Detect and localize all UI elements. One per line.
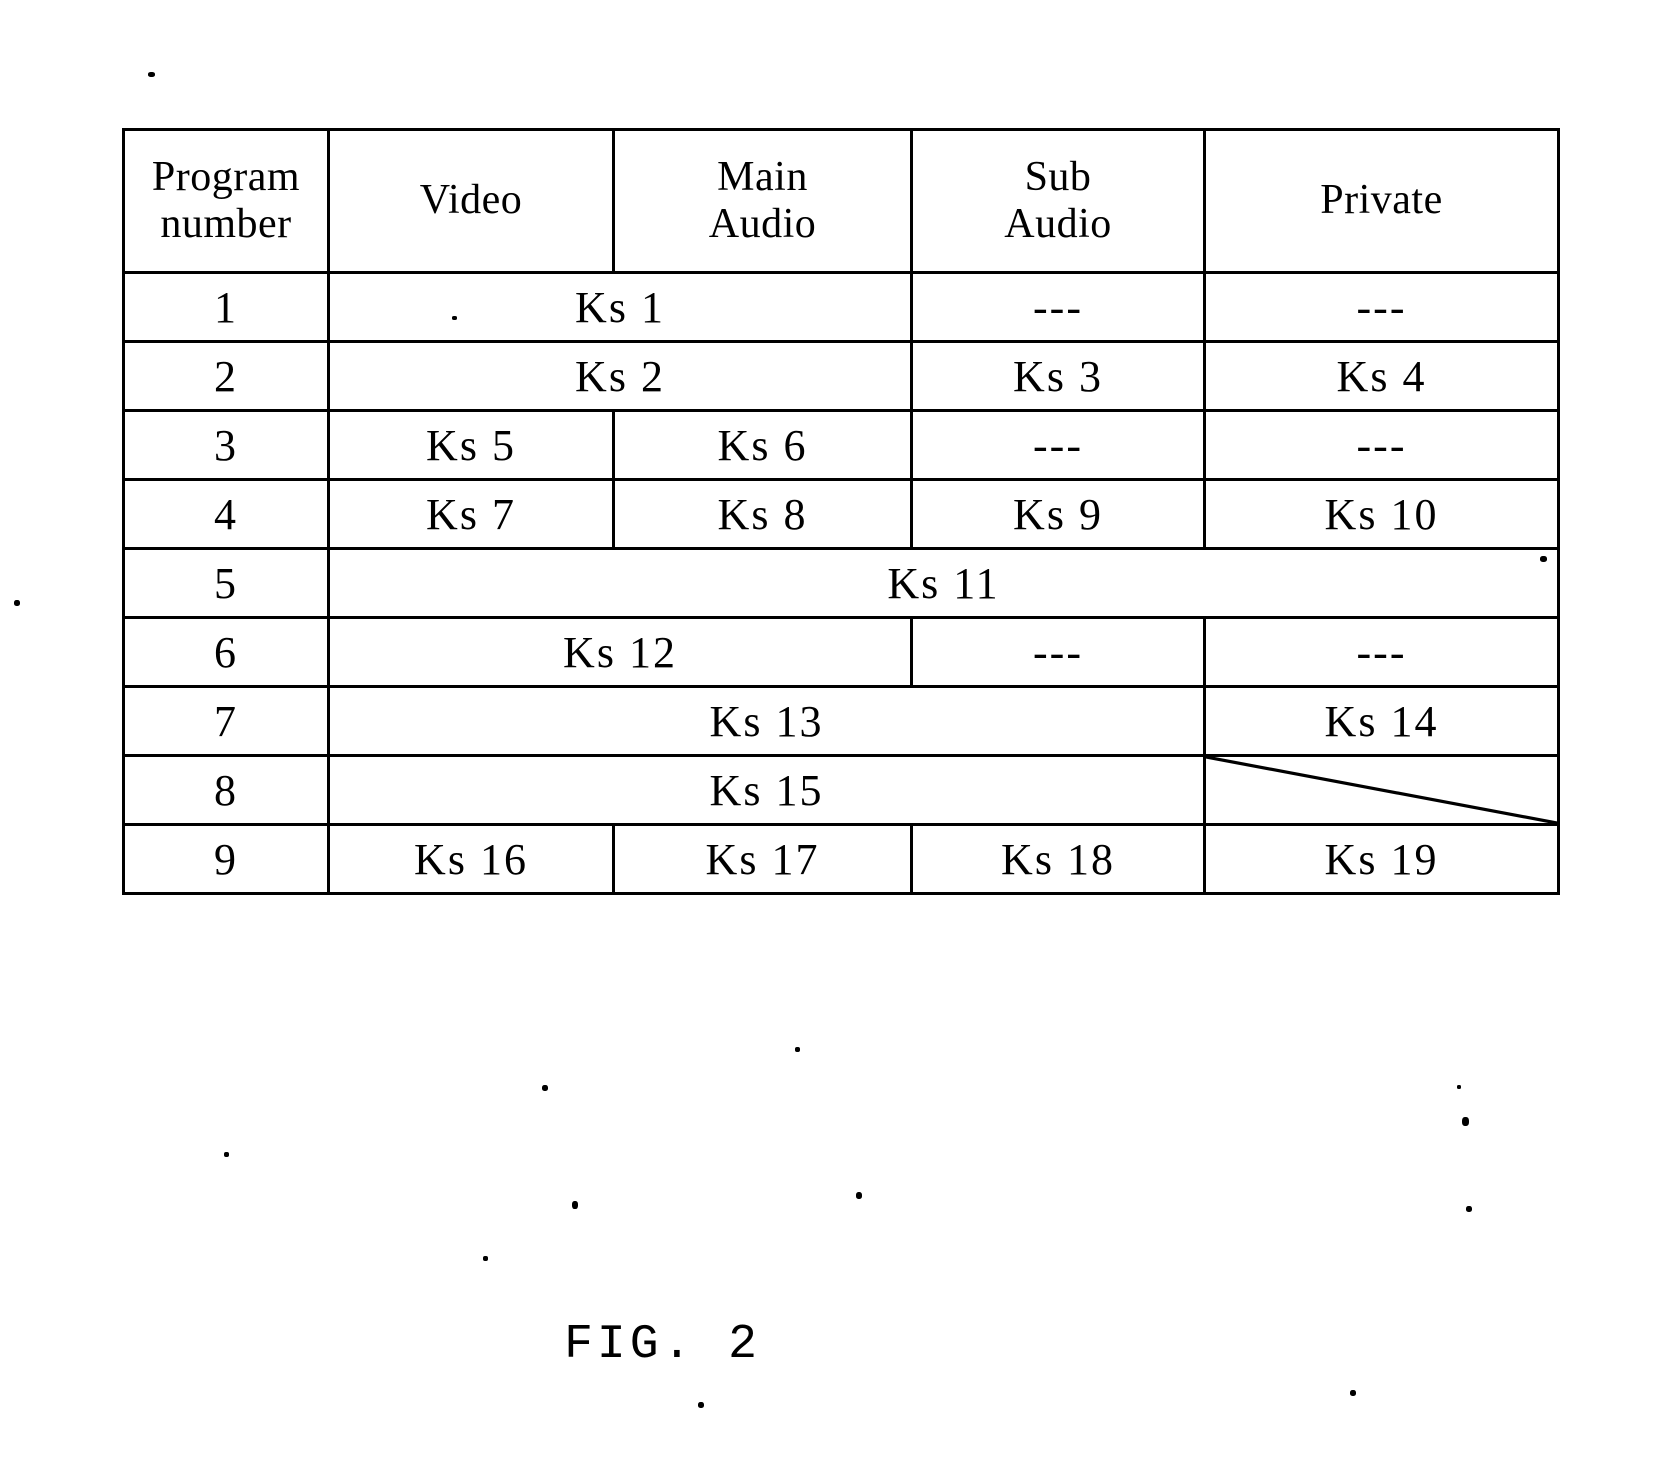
program-stream-key-table: Program number Video Main Audio Sub Audi… <box>122 128 1560 895</box>
column-header-sub-audio: Sub Audio <box>910 128 1206 274</box>
key-value-cell: Ks 14 <box>1203 685 1560 757</box>
program-number-cell: 5 <box>122 547 330 619</box>
table-row: 2 Ks 2 Ks 3 Ks 4 <box>122 340 1560 412</box>
program-number-cell: 9 <box>122 823 330 895</box>
empty-dash-cell: --- <box>1203 271 1560 343</box>
empty-dash-cell: --- <box>910 271 1206 343</box>
patent-figure: Program number Video Main Audio Sub Audi… <box>0 0 1662 1458</box>
program-number-cell: 8 <box>122 754 330 826</box>
program-number-cell: 4 <box>122 478 330 550</box>
table-header: Program number Video Main Audio Sub Audi… <box>122 128 1560 274</box>
scan-speck <box>542 1085 548 1091</box>
key-value-cell: Ks 6 <box>612 409 913 481</box>
scan-speck <box>1457 1085 1461 1089</box>
key-value-cell: Ks 10 <box>1203 478 1560 550</box>
scan-speck <box>1350 1390 1356 1396</box>
scan-speck <box>856 1192 862 1199</box>
scan-speck <box>1540 556 1547 562</box>
program-number-cell: 2 <box>122 340 330 412</box>
table-row: 7 Ks 13 Ks 14 <box>122 685 1560 757</box>
program-number-cell: 7 <box>122 685 330 757</box>
diagonal-strike-line <box>1206 757 1557 823</box>
column-header-program-number: Program number <box>122 128 330 274</box>
key-value-cell: Ks 12 <box>327 616 913 688</box>
key-value-cell: Ks 17 <box>612 823 913 895</box>
table-row: 9 Ks 16 Ks 17 Ks 18 Ks 19 <box>122 823 1560 895</box>
figure-caption: FIG. 2 <box>564 1318 761 1372</box>
empty-dash-cell: --- <box>1203 409 1560 481</box>
empty-dash-cell: --- <box>1203 616 1560 688</box>
struck-out-cell <box>1203 754 1560 826</box>
table-row: 3 Ks 5 Ks 6 --- --- <box>122 409 1560 481</box>
key-value-cell: Ks 16 <box>327 823 615 895</box>
scan-speck <box>14 600 20 606</box>
empty-dash-cell: --- <box>910 616 1206 688</box>
key-value-cell: Ks 3 <box>910 340 1206 412</box>
empty-dash-cell: --- <box>910 409 1206 481</box>
table-header-row: Program number Video Main Audio Sub Audi… <box>122 128 1560 274</box>
key-value-cell: Ks 8 <box>612 478 913 550</box>
table-row: 1 Ks 1 --- --- <box>122 271 1560 343</box>
key-value-cell: Ks 1 <box>327 271 913 343</box>
table-row: 8 Ks 15 <box>122 754 1560 826</box>
column-header-video: Video <box>327 128 615 274</box>
table-body: 1 Ks 1 --- --- 2 Ks 2 Ks 3 Ks 4 3 Ks 5 Ks 6 --- --- 4… <box>122 271 1560 895</box>
program-number-cell: 1 <box>122 271 330 343</box>
column-header-private: Private <box>1203 128 1560 274</box>
scan-speck <box>572 1201 578 1209</box>
table-row: 6 Ks 12 --- --- <box>122 616 1560 688</box>
table-row: 4 Ks 7 Ks 8 Ks 9 Ks 10 <box>122 478 1560 550</box>
program-number-cell: 3 <box>122 409 330 481</box>
scan-speck <box>483 1256 488 1261</box>
scan-speck <box>148 72 155 77</box>
scan-speck <box>795 1047 800 1052</box>
key-value-cell: Ks 4 <box>1203 340 1560 412</box>
scan-speck <box>1466 1206 1472 1212</box>
program-number-cell: 6 <box>122 616 330 688</box>
key-value-cell: Ks 7 <box>327 478 615 550</box>
scan-speck <box>1462 1117 1469 1126</box>
scan-speck <box>452 316 457 320</box>
key-value-cell: Ks 5 <box>327 409 615 481</box>
key-value-cell: Ks 2 <box>327 340 913 412</box>
key-value-cell: Ks 18 <box>910 823 1206 895</box>
scan-speck <box>698 1402 704 1408</box>
key-value-cell: Ks 9 <box>910 478 1206 550</box>
scan-speck <box>224 1152 229 1157</box>
key-value-cell: Ks 15 <box>327 754 1206 826</box>
table-row: 5 Ks 11 <box>122 547 1560 619</box>
key-value-cell: Ks 13 <box>327 685 1206 757</box>
column-header-main-audio: Main Audio <box>612 128 913 274</box>
key-value-cell: Ks 11 <box>327 547 1560 619</box>
key-value-cell: Ks 19 <box>1203 823 1560 895</box>
